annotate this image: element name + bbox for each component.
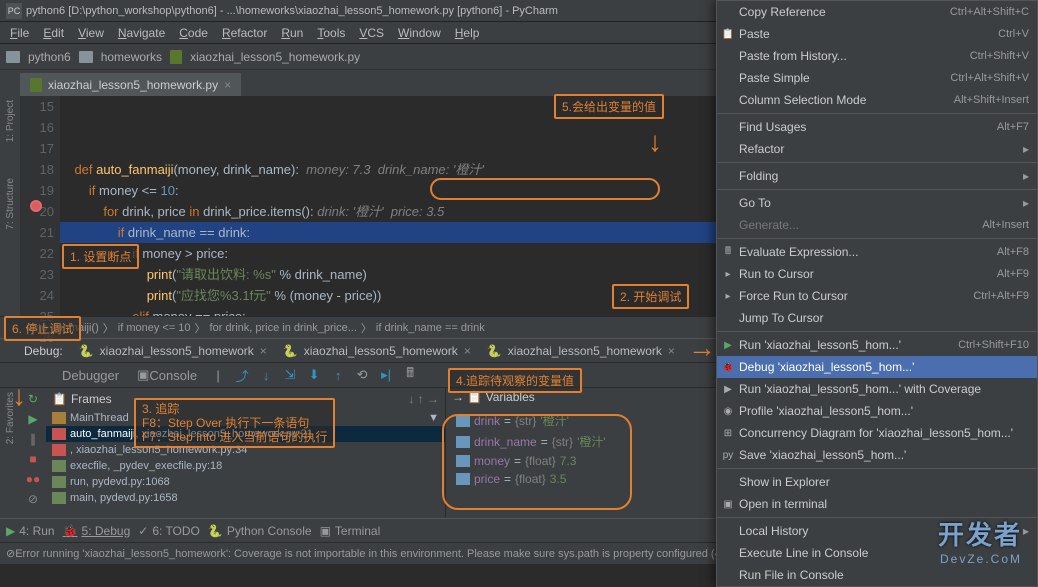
tab-console[interactable]: ▣ Console [129, 364, 205, 386]
ctx-item[interactable]: Paste from History...Ctrl+Shift+V [717, 45, 1037, 67]
tab-debugger[interactable]: Debugger [54, 364, 127, 386]
menu-code[interactable]: Code [173, 24, 214, 42]
menu-edit[interactable]: Edit [37, 24, 70, 42]
debug-session-tab[interactable]: 🐍 xiaozhai_lesson5_homework × [71, 344, 275, 358]
ctx-item[interactable]: ▶Run 'xiaozhai_lesson5_hom...'Ctrl+Shift… [717, 334, 1037, 356]
view-breakpoints-button[interactable]: ●● [23, 470, 43, 488]
menu-vcs[interactable]: VCS [353, 24, 390, 42]
ctx-item[interactable]: Refactor▸ [717, 138, 1037, 160]
menu-navigate[interactable]: Navigate [112, 24, 171, 42]
python-file-icon [30, 78, 42, 92]
ctx-item[interactable]: ⊞Concurrency Diagram for 'xiaozhai_lesso… [717, 422, 1037, 444]
force-step-into-button[interactable]: ⬇ [303, 364, 325, 386]
ctx-item[interactable]: pySave 'xiaozhai_lesson5_hom...' [717, 444, 1037, 466]
context-menu: Copy ReferenceCtrl+Alt+Shift+C📋PasteCtrl… [716, 0, 1038, 587]
menu-view[interactable]: View [72, 24, 110, 42]
stop-button[interactable]: ■ [23, 450, 43, 468]
ctx-item[interactable]: Paste SimpleCtrl+Alt+Shift+V [717, 67, 1037, 89]
window-title: python6 [D:\python_workshop\python6] - .… [26, 5, 558, 17]
pause-button[interactable]: ∥ [23, 430, 43, 448]
ctx-item[interactable]: ▸Run to CursorAlt+F9 [717, 263, 1037, 285]
left-tool-stripe[interactable]: 1: Project 7: Structure [0, 96, 20, 316]
status-terminal[interactable]: ▣ Terminal [320, 524, 381, 538]
mute-breakpoints-button[interactable]: ⊘ [23, 490, 43, 508]
resume-button[interactable]: ▶ [23, 410, 43, 428]
run-to-cursor-button[interactable]: ▸| [375, 364, 397, 386]
close-icon[interactable]: × [260, 344, 267, 358]
arrow-icon: → [688, 332, 716, 364]
ctx-item[interactable]: Column Selection ModeAlt+Shift+Insert [717, 89, 1037, 111]
close-icon[interactable]: × [464, 344, 471, 358]
annotation: 2. 开始调试 [612, 284, 689, 309]
step-over-button[interactable]: ⤴ [231, 364, 253, 386]
status-run[interactable]: ▶4: Run [6, 524, 55, 538]
ctx-item[interactable]: Copy ReferenceCtrl+Alt+Shift+C [717, 1, 1037, 23]
ctx-item[interactable]: Go To▸ [717, 192, 1037, 214]
ctx-item[interactable]: Run File in Console [717, 564, 1037, 586]
nav-file[interactable]: xiaozhai_lesson5_homework.py [186, 50, 364, 64]
editor-tab[interactable]: xiaozhai_lesson5_homework.py × [20, 73, 241, 96]
menu-tools[interactable]: Tools [311, 24, 351, 42]
annotation: 1. 设置断点 [62, 244, 139, 269]
status-todo[interactable]: ✓ 6: TODO [138, 524, 200, 538]
ctx-item[interactable]: 🐞Debug 'xiaozhai_lesson5_hom...' [717, 356, 1037, 378]
arrow-icon: ↓ [12, 380, 26, 412]
status-debug[interactable]: 🐞 5: Debug [63, 524, 131, 538]
step-into-button[interactable]: ↓ [255, 364, 277, 386]
annotation: 6. 停止调试 [4, 316, 81, 341]
annotation: 5.会给出变量的值 [554, 94, 664, 119]
ctx-item[interactable]: ▸Force Run to CursorCtrl+Alt+F9 [717, 285, 1037, 307]
python-file-icon [170, 50, 182, 64]
folder-icon [6, 51, 20, 63]
ctx-item[interactable]: ▣Open in terminal [717, 493, 1037, 515]
annotation: 3. 追踪F8：Step Over 执行下一条语句F7：Step Into 进入… [134, 398, 335, 448]
ctx-item[interactable]: Show in Explorer [717, 471, 1037, 493]
rerun-button[interactable]: ↻ [23, 390, 43, 408]
ctx-item[interactable]: Jump To Cursor [717, 307, 1037, 329]
close-icon[interactable]: × [224, 78, 231, 92]
debug-session-tab[interactable]: 🐍 xiaozhai_lesson5_homework × [479, 344, 683, 358]
watermark: 开发者 DevZe.CoM [938, 515, 1022, 566]
frame-row[interactable]: main, pydevd.py:1658 [46, 490, 445, 506]
arrow-icon: ↓ [648, 126, 662, 158]
debug-session-tab[interactable]: 🐍 xiaozhai_lesson5_homework × [275, 344, 479, 358]
annotation: 4.追踪待观察的变量值 [448, 368, 582, 393]
error-text: Error running 'xiaozhai_lesson5_homework… [15, 548, 747, 560]
nav-project[interactable]: python6 [24, 50, 75, 64]
evaluate-button[interactable]: 🖩 [399, 364, 421, 386]
ctx-item[interactable]: ▶Run 'xiaozhai_lesson5_hom...' with Cove… [717, 378, 1037, 400]
ctx-item[interactable]: ◉Profile 'xiaozhai_lesson5_hom...' [717, 400, 1037, 422]
menu-file[interactable]: File [4, 24, 35, 42]
folder-icon [79, 51, 93, 63]
annotation-oval [430, 178, 660, 200]
app-icon: PC [6, 3, 22, 19]
menu-refactor[interactable]: Refactor [216, 24, 273, 42]
debug-label: Debug: [24, 344, 71, 358]
ctx-item[interactable]: Folding▸ [717, 165, 1037, 187]
drop-frame-button[interactable]: ⟲ [351, 364, 373, 386]
tab-label: xiaozhai_lesson5_homework.py [48, 78, 218, 92]
frame-row[interactable]: execfile, _pydev_execfile.py:18 [46, 458, 445, 474]
breakpoint-icon[interactable] [30, 200, 42, 212]
ctx-item[interactable]: Find UsagesAlt+F7 [717, 116, 1037, 138]
ctx-item[interactable]: Generate...Alt+Insert [717, 214, 1037, 236]
menu-run[interactable]: Run [275, 24, 309, 42]
nav-dir[interactable]: homeworks [97, 50, 166, 64]
close-icon[interactable]: × [668, 344, 675, 358]
step-out-button[interactable]: ↑ [327, 364, 349, 386]
sep: | [207, 364, 229, 386]
ctx-item[interactable]: 📋PasteCtrl+V [717, 23, 1037, 45]
tool-structure[interactable]: 7: Structure [5, 178, 16, 230]
frame-row[interactable]: run, pydevd.py:1068 [46, 474, 445, 490]
annotation-oval [442, 414, 632, 510]
menu-help[interactable]: Help [449, 24, 486, 42]
ctx-item[interactable]: 🖩Evaluate Expression...Alt+F8 [717, 241, 1037, 263]
tool-project[interactable]: 1: Project [5, 100, 16, 142]
menu-window[interactable]: Window [392, 24, 447, 42]
status-pyconsole[interactable]: 🐍 Python Console [208, 524, 312, 538]
step-into-my-code-button[interactable]: ⇲ [279, 364, 301, 386]
